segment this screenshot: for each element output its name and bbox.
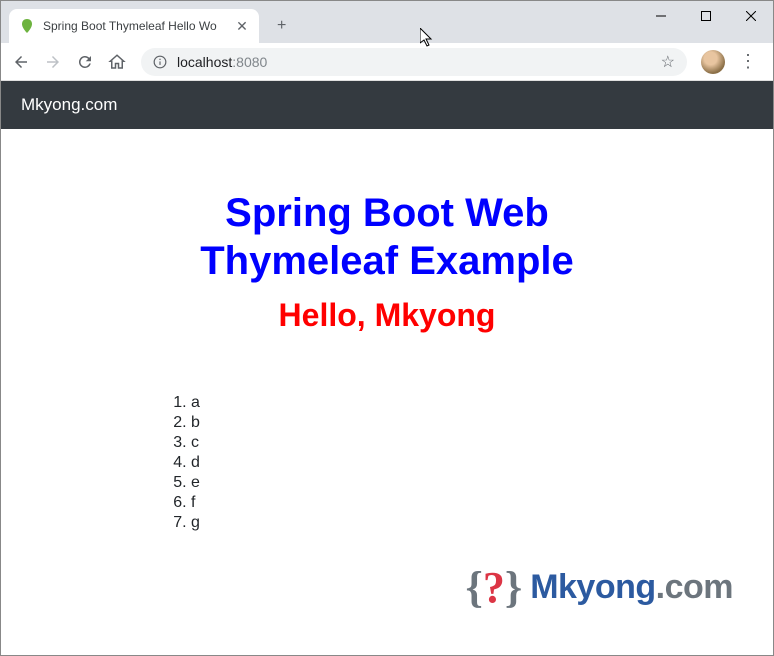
- list-item: b: [191, 414, 753, 432]
- heading-line-2: Thymeleaf Example: [200, 239, 574, 283]
- window-controls: [638, 1, 773, 31]
- forward-button[interactable]: [39, 48, 67, 76]
- profile-avatar[interactable]: [701, 50, 725, 74]
- site-navbar: Mkyong.com: [1, 81, 773, 129]
- browser-tab[interactable]: Spring Boot Thymeleaf Hello Wo ✕: [9, 9, 259, 43]
- menu-button[interactable]: ⋮: [733, 51, 763, 72]
- page-info-icon[interactable]: [153, 55, 167, 69]
- list-item: f: [191, 494, 753, 512]
- url-field[interactable]: localhost:8080 ☆: [141, 48, 687, 76]
- list-item: d: [191, 454, 753, 472]
- logo-text: Mkyong.com: [530, 568, 733, 607]
- back-button[interactable]: [7, 48, 35, 76]
- items-list-container: abcdefg: [171, 394, 753, 532]
- home-button[interactable]: [103, 48, 131, 76]
- url-port: :8080: [232, 54, 267, 70]
- tab-close-icon[interactable]: ✕: [235, 18, 249, 35]
- close-button[interactable]: [728, 1, 773, 31]
- list-item: a: [191, 394, 753, 412]
- list-item: g: [191, 514, 753, 532]
- list-item: e: [191, 474, 753, 492]
- favicon-icon: [19, 18, 35, 34]
- minimize-button[interactable]: [638, 1, 683, 31]
- address-bar: localhost:8080 ☆ ⋮: [1, 43, 773, 81]
- browser-window: Spring Boot Thymeleaf Hello Wo ✕ +: [0, 0, 774, 656]
- list-item: c: [191, 434, 753, 452]
- tab-title: Spring Boot Thymeleaf Hello Wo: [43, 19, 227, 33]
- heading-line-1: Spring Boot Web: [225, 191, 549, 235]
- maximize-button[interactable]: [683, 1, 728, 31]
- site-brand[interactable]: Mkyong.com: [21, 95, 117, 114]
- url-host: localhost: [177, 54, 232, 70]
- title-bar: Spring Boot Thymeleaf Hello Wo ✕ +: [1, 1, 773, 43]
- reload-button[interactable]: [71, 48, 99, 76]
- logo-brace-icon: {?}: [466, 562, 523, 613]
- page-subheading: Hello, Mkyong: [21, 297, 753, 334]
- footer-logo: {?} Mkyong.com: [466, 562, 734, 613]
- new-tab-button[interactable]: +: [271, 17, 292, 35]
- page-heading: Spring Boot Web Thymeleaf Example: [21, 189, 753, 285]
- bookmark-icon[interactable]: ☆: [661, 52, 675, 72]
- url-text: localhost:8080: [177, 54, 267, 70]
- items-list: abcdefg: [171, 394, 753, 532]
- page-content: Spring Boot Web Thymeleaf Example Hello,…: [1, 129, 773, 655]
